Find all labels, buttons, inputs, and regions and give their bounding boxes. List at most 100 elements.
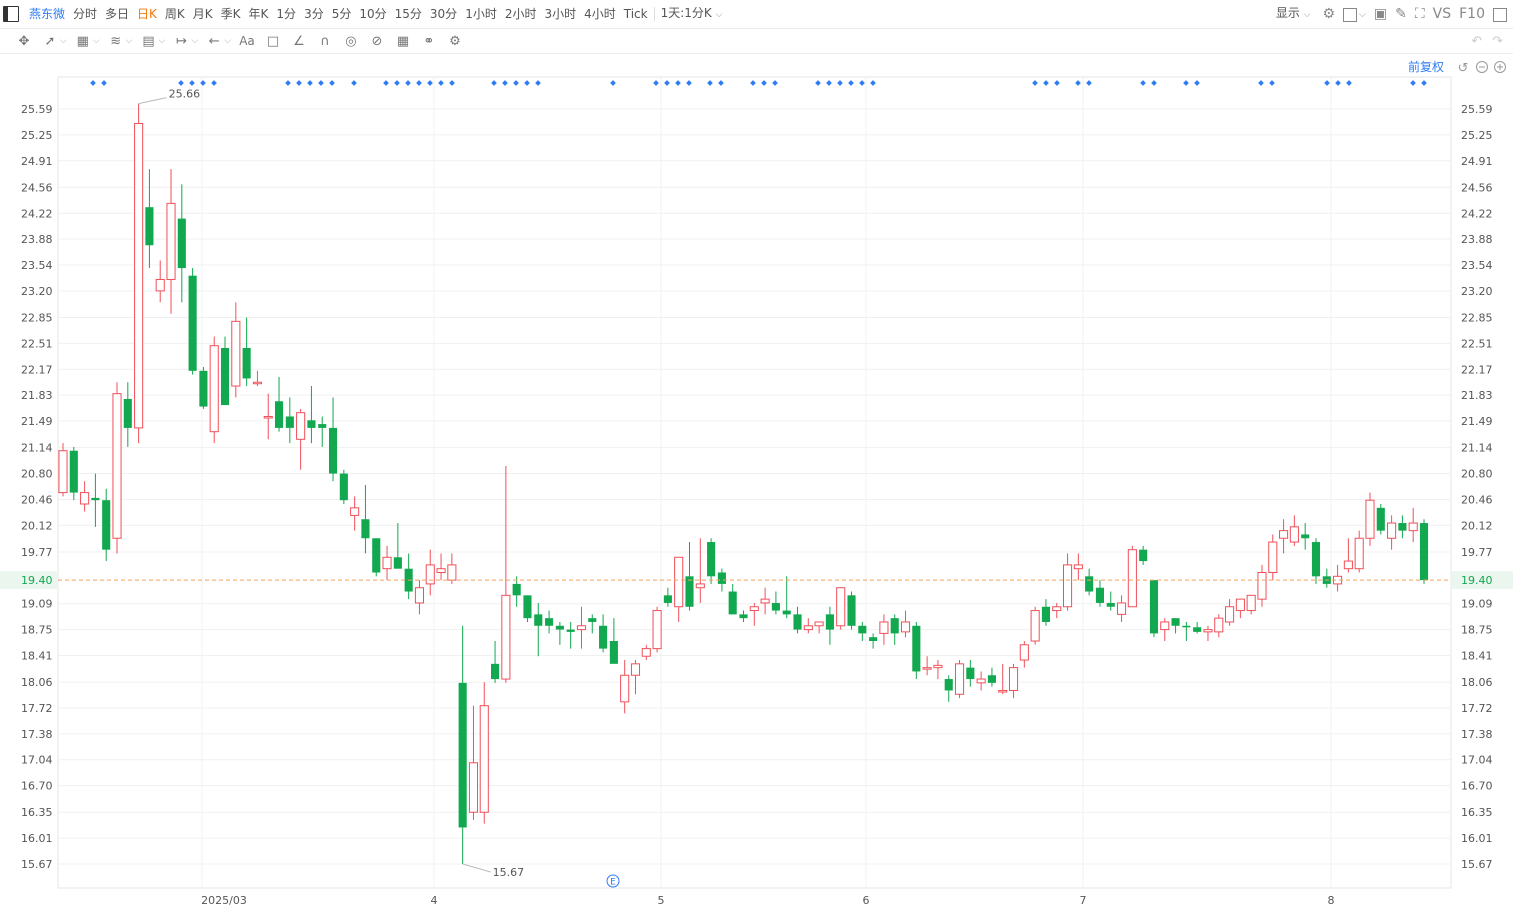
y-tick-label-right: 23.20 (1461, 285, 1493, 298)
measure-tool-icon[interactable]: ↦ (171, 29, 191, 54)
candle-up (1279, 519, 1289, 554)
kline-setting-dropdown[interactable]: 1天:1分K ⌵ (657, 0, 727, 30)
candle-body (231, 320, 241, 387)
channel-tool-icon[interactable]: ▦ (73, 29, 93, 54)
pencil-icon[interactable]: ✎ (1395, 0, 1407, 29)
chevron-down-icon[interactable]: ⌵ (126, 36, 133, 46)
y-tick-label-right: 25.25 (1461, 129, 1493, 142)
eye-icon[interactable]: ◎ (341, 29, 361, 54)
y-tick-label-left: 21.14 (21, 442, 53, 455)
chevron-down-icon[interactable]: ⌵ (191, 36, 198, 46)
period-tab[interactable]: 5分 (328, 0, 356, 29)
event-dot (535, 80, 541, 86)
period-tab[interactable]: 3分 (300, 0, 328, 29)
event-dot (1346, 80, 1352, 86)
period-tab[interactable]: 年K (245, 0, 273, 29)
min-price-annotation: 15.67 (493, 866, 524, 879)
candle-down (512, 576, 521, 607)
comment-tool-icon[interactable]: □ (263, 29, 283, 54)
adjust-mode-label[interactable]: 前复权 (1408, 59, 1444, 74)
period-tab-active[interactable]: 日K (133, 0, 161, 29)
candle-up (652, 606, 662, 653)
sidebar-toggle-icon[interactable] (3, 6, 19, 22)
stock-name[interactable]: 燕东微 (25, 0, 69, 29)
period-tab[interactable]: 10分 (355, 0, 390, 29)
candle-up (1225, 599, 1235, 626)
camera-icon[interactable]: ▣ (1374, 0, 1387, 29)
event-dot (296, 80, 302, 86)
period-tab[interactable]: Tick (620, 0, 652, 29)
chevron-down-icon[interactable]: ⌵ (158, 36, 165, 46)
candle-up (414, 580, 425, 615)
candle-down (372, 538, 381, 577)
period-tab[interactable]: 月K (189, 0, 217, 29)
candlestick-chart[interactable]: 25.59 25.59 25.25 25.25 24.91 24.91 24.56 24.56… (0, 55, 1513, 918)
reset-icon[interactable]: ↺ (1458, 61, 1469, 76)
display-dropdown[interactable]: 显示 ⌵ (1272, 0, 1315, 30)
fullscreen-icon[interactable]: ⛶ (1415, 0, 1425, 29)
period-tab[interactable]: 季K (217, 0, 245, 29)
y-tick-label-right: 22.51 (1461, 337, 1493, 350)
angle-tool-icon[interactable]: ∠ (289, 29, 309, 54)
candle-down (199, 367, 208, 409)
x-tick-label: 5 (658, 894, 665, 907)
period-tab[interactable]: 2小时 (501, 0, 541, 29)
arrow-tool-icon[interactable]: ← (204, 29, 224, 54)
pattern-tool-icon[interactable]: ≋ (106, 29, 126, 54)
text-tool-icon[interactable]: Aa (237, 29, 257, 54)
draw-settings-icon[interactable]: ⚙ (445, 29, 465, 54)
undo-icon[interactable]: ↶ (1471, 29, 1482, 54)
chevron-down-icon[interactable]: ⌵ (224, 36, 231, 46)
candle-body (1062, 564, 1073, 608)
y-tick-label-right: 23.54 (1461, 259, 1493, 272)
y-tick-label-left: 20.12 (21, 519, 53, 532)
event-dot (870, 80, 876, 86)
period-tab[interactable]: 15分 (391, 0, 426, 29)
event-dot (101, 80, 107, 86)
period-tab[interactable]: 1分 (272, 0, 300, 29)
vs-compare-button[interactable]: VS (1433, 0, 1451, 29)
candle-up (1030, 606, 1040, 645)
chevron-down-icon[interactable]: ⌵ (93, 36, 100, 46)
fib-tool-icon[interactable]: ▤ (138, 29, 158, 54)
period-tab[interactable]: 多日 (101, 0, 133, 29)
y-tick-label-right: 25.59 (1461, 103, 1493, 116)
chevron-down-icon[interactable]: ⌵ (60, 36, 67, 46)
candle-up (1073, 553, 1083, 581)
candle-body (58, 450, 68, 494)
candle-body (825, 614, 834, 630)
redo-icon[interactable]: ↷ (1492, 29, 1503, 54)
period-tab[interactable]: 30分 (426, 0, 461, 29)
candle-down (1139, 545, 1148, 565)
period-tab[interactable]: 4小时 (580, 0, 620, 29)
event-dot (513, 80, 519, 86)
event-dot (1324, 80, 1330, 86)
period-tab[interactable]: 1小时 (461, 0, 501, 29)
line-tool-icon[interactable]: ➚ (40, 29, 60, 54)
hide-icon[interactable]: ⊘ (367, 29, 387, 54)
period-tab[interactable]: 3小时 (540, 0, 580, 29)
magnet-icon[interactable]: ∩ (315, 29, 335, 54)
candle-body (1257, 572, 1267, 600)
period-tab[interactable]: 周K (161, 0, 189, 29)
panel-toggle-icon[interactable] (1493, 7, 1507, 22)
trash-icon[interactable]: ▦ (393, 29, 413, 54)
candle-down (771, 591, 780, 615)
date-axis: 2025/03 4 5 6 7 8 (201, 894, 1334, 907)
candle-body (599, 625, 608, 649)
candle-down (491, 641, 500, 683)
link-icon[interactable]: ⚭ (419, 29, 439, 54)
x-tick-label: 7 (1080, 894, 1087, 907)
move-cross-icon[interactable]: ✥ (14, 29, 34, 54)
event-dot (761, 80, 767, 86)
candle-up (1289, 515, 1299, 546)
candle-up (814, 621, 824, 634)
layout-square-icon[interactable] (1343, 7, 1358, 22)
candle-down (847, 591, 856, 630)
y-tick-label-right: 21.49 (1461, 415, 1493, 428)
candle-body (491, 663, 500, 680)
f10-button[interactable]: F10 (1459, 0, 1485, 29)
candle-body (1171, 618, 1180, 626)
settings-gear-icon[interactable]: ⚙ (1322, 0, 1335, 29)
period-tab[interactable]: 分时 (69, 0, 101, 29)
